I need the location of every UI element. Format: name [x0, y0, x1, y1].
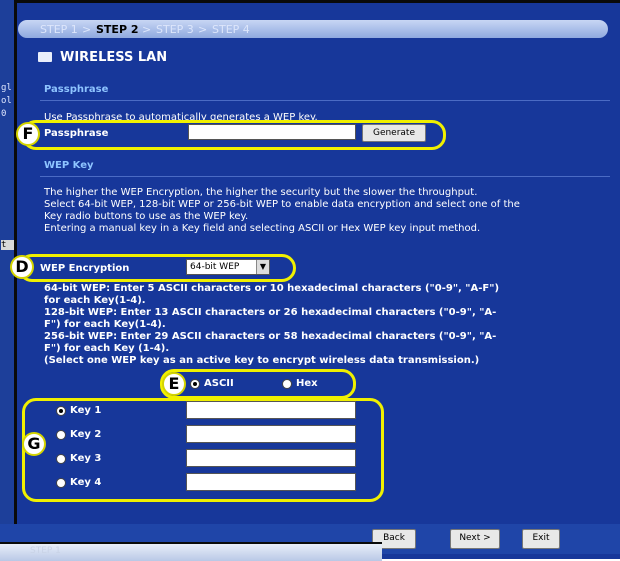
- folder-icon: [38, 52, 52, 62]
- exit-button[interactable]: Exit: [522, 529, 560, 549]
- generate-button[interactable]: Generate: [362, 124, 426, 142]
- key-3-input[interactable]: [186, 449, 356, 467]
- key-3-label: Key 3: [70, 453, 102, 464]
- callout-g: G: [22, 432, 46, 456]
- step-bar: STEP 1 > STEP 2 > STEP 3 > STEP 4: [18, 20, 608, 38]
- wep-encryption-value: 64-bit WEP: [190, 262, 240, 272]
- key-1-radio[interactable]: [56, 406, 66, 416]
- divider: [40, 100, 610, 101]
- bottom-window-step: STEP 1: [30, 546, 61, 556]
- key-1-input[interactable]: [186, 401, 356, 419]
- background-text-line: t: [1, 240, 15, 250]
- hex-radio-label: Hex: [296, 378, 318, 389]
- key-1-label: Key 1: [70, 405, 102, 416]
- bottom-window: STEP 1: [0, 542, 382, 561]
- wep-description-line: Key radio buttons to use as the WEP key.: [44, 211, 249, 222]
- wep-encryption-label: WEP Encryption: [40, 263, 130, 274]
- wep-help-line: 64-bit WEP: Enter 5 ASCII characters or …: [44, 283, 500, 294]
- passphrase-input[interactable]: [188, 124, 356, 140]
- wep-description-line: The higher the WEP Encryption, the highe…: [44, 187, 478, 198]
- wep-help-line: 256-bit WEP: Enter 29 ASCII characters o…: [44, 331, 497, 342]
- key-4-input[interactable]: [186, 473, 356, 491]
- ascii-radio-label: ASCII: [204, 378, 234, 389]
- wep-help-line: (Select one WEP key as an active key to …: [44, 355, 480, 366]
- key-2-radio[interactable]: [56, 430, 66, 440]
- callout-f: F: [16, 122, 40, 146]
- next-button[interactable]: Next >: [450, 529, 500, 549]
- step-2-label: STEP 2: [96, 23, 139, 36]
- step-4-label: STEP 4: [212, 23, 250, 36]
- callout-e: E: [162, 372, 186, 396]
- wep-description-line: Select 64-bit WEP, 128-bit WEP or 256-bi…: [44, 199, 520, 210]
- key-4-label: Key 4: [70, 477, 102, 488]
- wep-help-line: F") for each Key(1-4).: [44, 319, 166, 330]
- page-title: WIRELESS LAN: [60, 50, 168, 65]
- key-4-radio[interactable]: [56, 478, 66, 488]
- divider: [40, 176, 610, 177]
- wep-help-line: for each Key(1-4).: [44, 295, 146, 306]
- chevron-down-icon: ▼: [256, 260, 269, 274]
- wep-section-heading: WEP Key: [44, 160, 94, 171]
- ascii-radio[interactable]: [190, 379, 200, 389]
- wep-encryption-select[interactable]: 64-bit WEP ▼: [186, 259, 270, 275]
- key-2-label: Key 2: [70, 429, 102, 440]
- callout-d: D: [10, 255, 34, 279]
- step-3-label: STEP 3: [156, 23, 194, 36]
- hex-radio[interactable]: [282, 379, 292, 389]
- wep-help-line: 128-bit WEP: Enter 13 ASCII characters o…: [44, 307, 497, 318]
- wep-description-line: Entering a manual key in a Key field and…: [44, 223, 481, 234]
- wep-help-line: F") for each Key (1-4).: [44, 343, 170, 354]
- key-3-radio[interactable]: [56, 454, 66, 464]
- key-2-input[interactable]: [186, 425, 356, 443]
- step-1-label: STEP 1: [40, 23, 78, 36]
- passphrase-label: Passphrase: [44, 128, 109, 139]
- passphrase-section-heading: Passphrase: [44, 84, 109, 95]
